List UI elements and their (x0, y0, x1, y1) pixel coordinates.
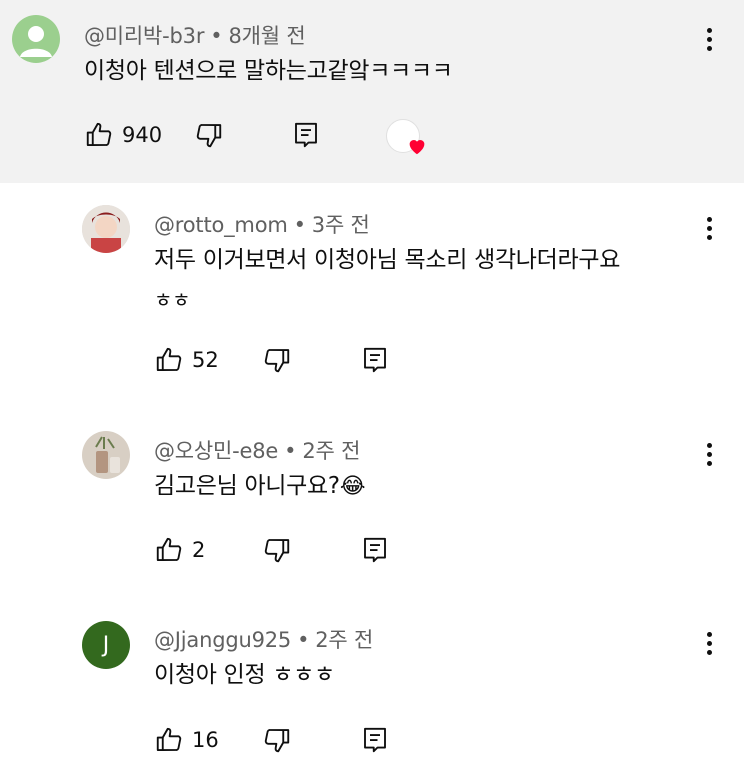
creator-heart-badge (386, 119, 430, 159)
comment-meta: @Jjanggu925 • 2주 전 (154, 624, 373, 654)
thumbs-down-icon (196, 124, 222, 148)
comment-time[interactable]: 2주 전 (315, 628, 373, 652)
like-count: 940 (122, 123, 163, 147)
default-user-icon (20, 26, 52, 57)
comment-time[interactable]: 8개월 전 (228, 24, 305, 48)
comment-meta: @rotto_mom • 3주 전 (154, 209, 370, 239)
like-button[interactable]: 2 (154, 532, 205, 568)
reply-icon (364, 347, 386, 373)
comment-text: 이청아 텐션으로 말하는고같앜ㅋㅋㅋㅋ (84, 58, 453, 84)
thumbs-up-icon (156, 347, 182, 371)
like-count: 52 (192, 348, 219, 372)
thumbs-down-icon (264, 539, 290, 563)
dislike-button[interactable] (262, 722, 292, 758)
thumbs-down-icon (264, 349, 290, 373)
comment-text-line-1: 저두 이거보면서 이청아님 목소리 생각나더라구요 (154, 247, 621, 273)
comment-menu-button[interactable] (700, 20, 720, 60)
comment-meta: @오상민-e8e • 2주 전 (154, 435, 360, 465)
avatar[interactable] (82, 205, 130, 253)
user-photo-icon (82, 431, 130, 479)
comment-actions: 52 (154, 342, 414, 378)
avatar[interactable]: J (82, 621, 130, 669)
comment-text-line-2: ㅎㅎ (154, 288, 191, 312)
separator-dot: • (297, 628, 310, 652)
reply-button[interactable] (291, 117, 321, 153)
reply-icon (295, 122, 317, 148)
comment-time[interactable]: 2주 전 (302, 439, 360, 463)
comment-text: 김고은님 아니구요?😂 (154, 467, 366, 506)
reply-button[interactable] (360, 722, 390, 758)
reply-comment: @오상민-e8e • 2주 전 김고은님 아니구요?😂 2 (0, 423, 744, 613)
author-handle[interactable]: @미리박-b3r (84, 24, 204, 48)
separator-dot: • (293, 213, 306, 237)
like-button[interactable]: 52 (154, 342, 219, 378)
author-handle[interactable]: @오상민-e8e (154, 439, 278, 463)
like-count: 2 (192, 538, 206, 562)
comment-menu-button[interactable] (700, 209, 720, 249)
tears-of-joy-emoji: 😂 (339, 474, 366, 499)
avatar-letter: J (102, 632, 110, 658)
comment-text: 이청아 인정 ㅎㅎㅎ (154, 662, 335, 688)
thumbs-up-icon (156, 537, 182, 561)
separator-dot: • (210, 24, 223, 48)
comment-text-body: 김고은님 아니구요? (154, 473, 340, 499)
author-handle[interactable]: @Jjanggu925 (154, 628, 291, 652)
reply-comment: J @Jjanggu925 • 2주 전 이청아 인정 ㅎㅎㅎ 16 (0, 613, 744, 770)
thumbs-down-icon (264, 729, 290, 753)
comment-meta: @미리박-b3r • 8개월 전 (84, 20, 306, 50)
like-button[interactable]: 16 (154, 722, 219, 758)
like-button[interactable]: 940 (84, 117, 162, 153)
reply-button[interactable] (360, 342, 390, 378)
reply-icon (364, 727, 386, 753)
reply-button[interactable] (360, 532, 390, 568)
comment-menu-button[interactable] (700, 435, 720, 475)
separator-dot: • (284, 439, 297, 463)
creator-heart-icon (409, 140, 425, 155)
thumbs-up-icon (86, 122, 112, 146)
reply-comment: @rotto_mom • 3주 전 저두 이거보면서 이청아님 목소리 생각나더라구… (0, 183, 744, 423)
highlighted-comment: @미리박-b3r • 8개월 전 이청아 텐션으로 말하는고같앜ㅋㅋㅋㅋ 940 (0, 0, 744, 183)
comment-time[interactable]: 3주 전 (312, 213, 370, 237)
comment-actions: 940 (84, 117, 444, 155)
reply-icon (364, 537, 386, 563)
comment-menu-button[interactable] (700, 624, 720, 664)
dislike-button[interactable] (262, 532, 292, 568)
dislike-button[interactable] (262, 342, 292, 378)
user-photo-icon (82, 205, 130, 253)
avatar[interactable] (12, 15, 60, 63)
comment-actions: 16 (154, 722, 414, 758)
dislike-button[interactable] (194, 117, 224, 153)
comment-actions: 2 (154, 532, 414, 568)
like-count: 16 (192, 728, 219, 752)
avatar[interactable] (82, 431, 130, 479)
thumbs-up-icon (156, 727, 182, 751)
author-handle[interactable]: @rotto_mom (154, 213, 288, 237)
